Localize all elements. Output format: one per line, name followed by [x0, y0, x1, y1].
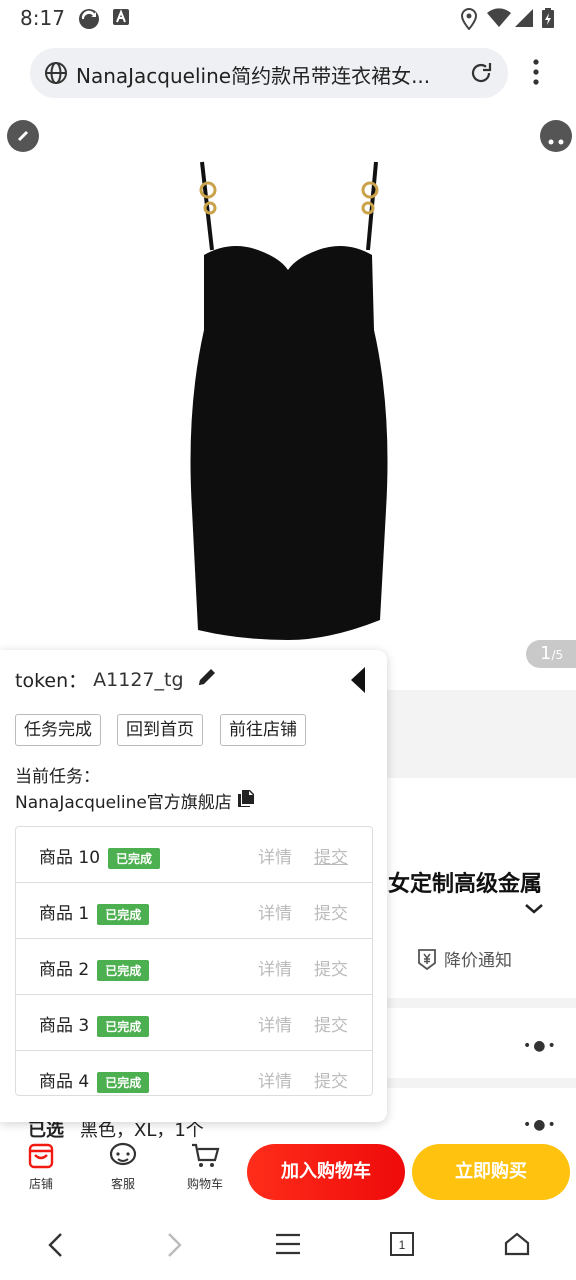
- task-complete-button[interactable]: 任务完成: [15, 714, 101, 746]
- list-item: 商品 3 已完成 详情 提交: [16, 995, 372, 1051]
- add-to-cart-button[interactable]: 加入购物车: [247, 1144, 405, 1200]
- wifi-icon: [487, 8, 511, 32]
- list-item: 商品 1 已完成 详情 提交: [16, 883, 372, 939]
- status-time: 8:17: [20, 6, 65, 30]
- more-options-icon[interactable]: [528, 58, 544, 90]
- submit-link[interactable]: 提交: [314, 899, 348, 924]
- submit-link[interactable]: 提交: [314, 955, 348, 980]
- list-item: 商品 2 已完成 详情 提交: [16, 939, 372, 995]
- cart-label: 购物车: [186, 1177, 223, 1191]
- address-bar[interactable]: NanaJacqueline简约款吊带连衣裙女...: [30, 48, 508, 98]
- status-badge: 已完成: [97, 1015, 150, 1037]
- submit-link[interactable]: 提交: [314, 843, 348, 868]
- price-section-bg: [387, 690, 576, 778]
- service-button[interactable]: 客服: [93, 1142, 153, 1192]
- submit-link[interactable]: 提交: [314, 1011, 348, 1036]
- option-more-icon[interactable]: •●•: [523, 1117, 558, 1133]
- list-item: 商品 10 已完成 详情 提交: [16, 827, 372, 883]
- item-name: 商品 3 已完成: [39, 1011, 150, 1037]
- battery-icon: [542, 8, 554, 32]
- svg-text:1: 1: [399, 1238, 406, 1252]
- detail-link[interactable]: 详情: [258, 899, 292, 924]
- chevron-down-icon[interactable]: [524, 900, 544, 919]
- detail-link[interactable]: 详情: [258, 1067, 292, 1092]
- nav-home-icon[interactable]: [504, 1232, 530, 1260]
- gallery-current: 1: [540, 643, 552, 664]
- token-value: A1127_tg: [93, 668, 184, 691]
- current-task: NanaJacqueline官方旗舰店: [15, 788, 256, 813]
- more-button[interactable]: [540, 120, 572, 152]
- status-badge: 已完成: [97, 1071, 150, 1093]
- item-name-text: 商品 10: [39, 848, 101, 868]
- edit-icon[interactable]: [196, 666, 218, 693]
- detail-link[interactable]: 详情: [258, 955, 292, 980]
- current-task-label: 当前任务：: [15, 767, 100, 787]
- price-notice-label: 降价通知: [444, 951, 512, 971]
- dress-image: [190, 161, 388, 640]
- gallery-total: /5: [551, 648, 564, 662]
- item-name-text: 商品 2: [39, 960, 90, 980]
- promo-row[interactable]: [387, 998, 576, 1068]
- sync-icon: [78, 8, 100, 34]
- shop-button[interactable]: 店铺: [11, 1142, 71, 1192]
- back-icon: [17, 130, 29, 142]
- copy-icon[interactable]: [236, 788, 256, 813]
- product-gallery[interactable]: [0, 110, 576, 690]
- task-panel: token： A1127_tg 任务完成 回到首页 前往店铺 当前任务： Nan…: [0, 650, 387, 1122]
- app-notification-icon: [112, 8, 130, 30]
- token-label: token：: [15, 670, 88, 692]
- nav-forward-icon[interactable]: [164, 1232, 184, 1262]
- more-dots-icon: [548, 139, 564, 145]
- gallery-counter: 1/5: [526, 640, 576, 668]
- go-to-shop-button[interactable]: 前往店铺: [220, 714, 306, 746]
- shop-icon: [28, 1143, 54, 1169]
- status-bar: 8:17: [0, 0, 576, 36]
- cart-icon: [192, 1143, 220, 1167]
- signal-icon: [514, 8, 534, 32]
- current-task-value: NanaJacqueline官方旗舰店: [15, 793, 232, 813]
- customer-service-icon: [109, 1142, 137, 1166]
- nav-back-icon[interactable]: [46, 1232, 66, 1262]
- price-drop-notice[interactable]: 降价通知: [416, 946, 512, 971]
- item-name: 商品 10 已完成: [39, 843, 161, 869]
- nav-tabs-icon[interactable]: 1: [390, 1232, 414, 1260]
- yen-badge-icon: [418, 948, 436, 970]
- cart-button[interactable]: 购物车: [175, 1142, 235, 1192]
- item-name: 商品 1 已完成: [39, 899, 150, 925]
- buy-now-button[interactable]: 立即购买: [412, 1144, 570, 1200]
- status-badge: 已完成: [97, 903, 150, 925]
- submit-link[interactable]: 提交: [314, 1067, 348, 1092]
- back-button[interactable]: [7, 120, 39, 152]
- location-icon: [460, 7, 478, 34]
- back-home-button[interactable]: 回到首页: [117, 714, 203, 746]
- detail-link[interactable]: 详情: [258, 843, 292, 868]
- item-name-text: 商品 3: [39, 1016, 90, 1036]
- task-list: 商品 10 已完成 详情 提交 商品 1 已完成 详情 提交 商品 2 已完成 详情 提交 商品 3 已完…: [15, 826, 373, 1096]
- item-name: 商品 4 已完成: [39, 1067, 150, 1093]
- action-bar: 店铺 客服 购物车 加入购物车 立即购买: [0, 1138, 576, 1208]
- nav-menu-icon[interactable]: [276, 1232, 300, 1260]
- page-title: NanaJacqueline简约款吊带连衣裙女...: [76, 64, 431, 88]
- system-navigation: 1: [0, 1212, 576, 1280]
- promo-more-icon[interactable]: •●•: [523, 1038, 558, 1054]
- item-name-text: 商品 1: [39, 904, 90, 924]
- item-name: 商品 2 已完成: [39, 955, 150, 981]
- token-row: token： A1127_tg: [15, 666, 218, 693]
- shop-label: 店铺: [28, 1177, 53, 1191]
- service-label: 客服: [110, 1177, 135, 1191]
- reload-icon[interactable]: [468, 60, 494, 90]
- status-badge: 已完成: [97, 959, 150, 981]
- collapse-panel-icon[interactable]: [350, 667, 366, 697]
- product-title: 女定制高级金属: [388, 872, 543, 897]
- item-name-text: 商品 4: [39, 1072, 90, 1092]
- detail-link[interactable]: 详情: [258, 1011, 292, 1036]
- globe-icon: [44, 61, 68, 89]
- status-badge: 已完成: [108, 847, 161, 869]
- list-item: 商品 4 已完成 详情 提交: [16, 1051, 372, 1095]
